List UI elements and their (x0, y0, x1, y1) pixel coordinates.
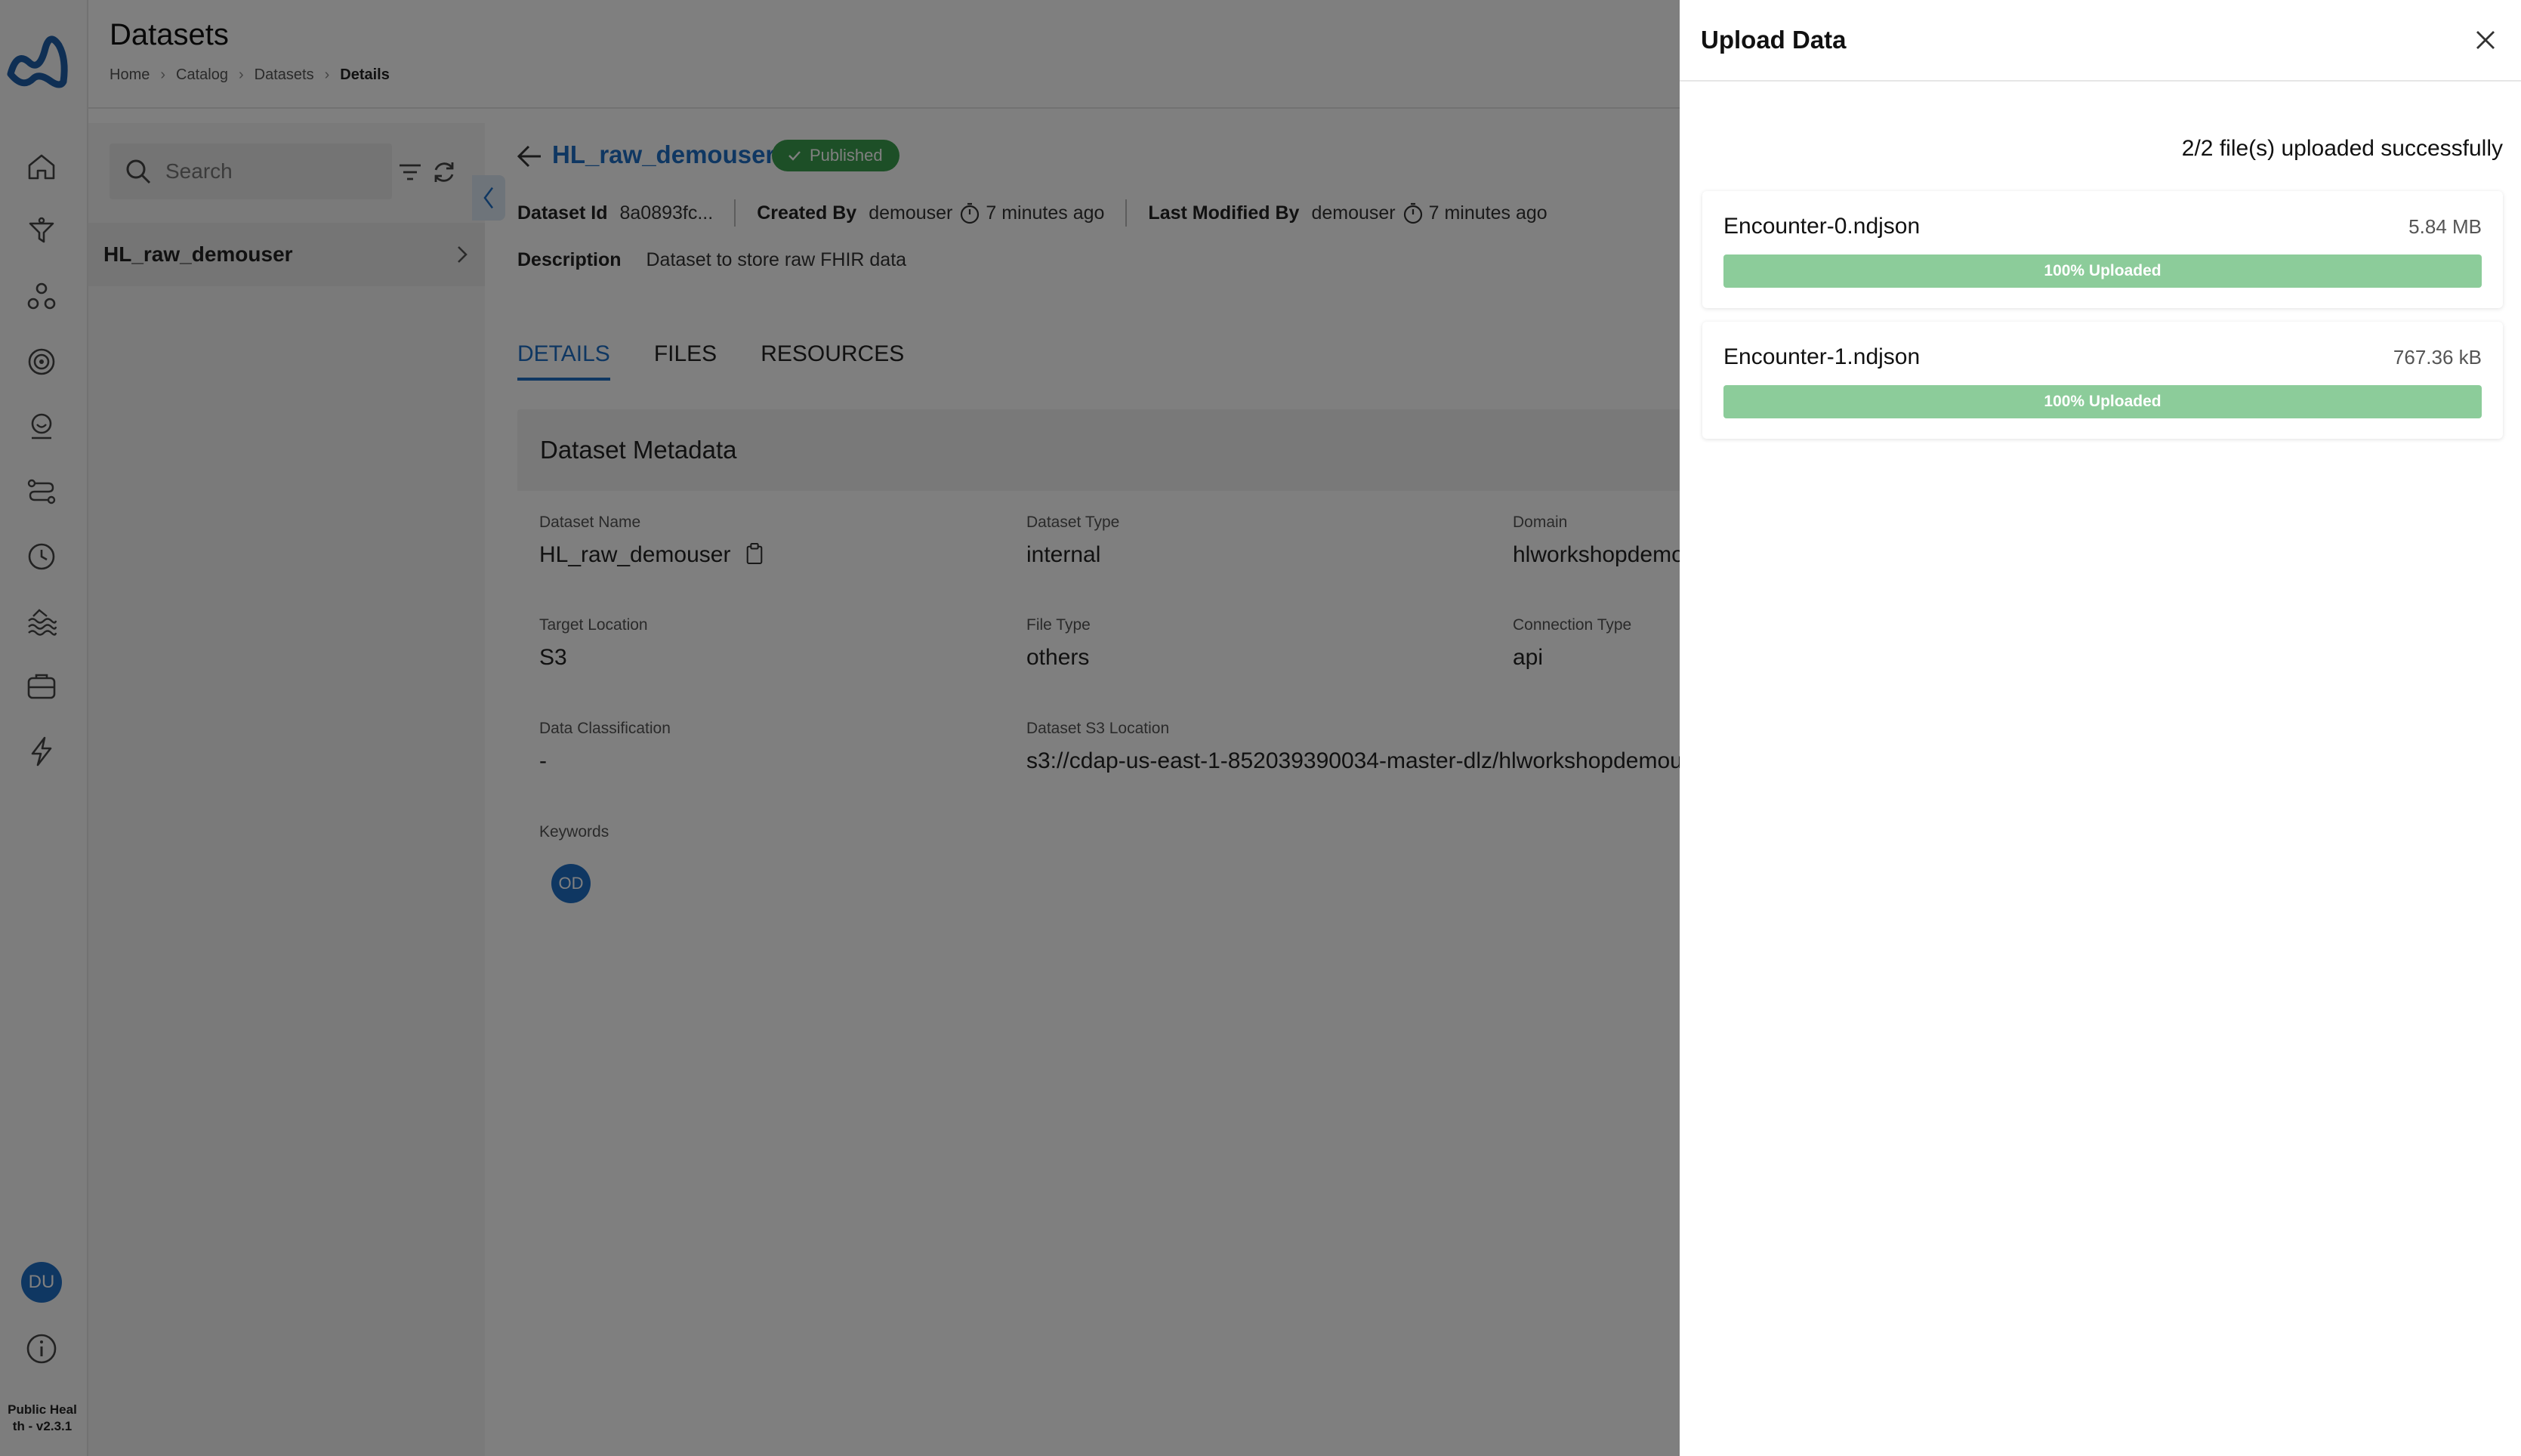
upload-progress-bar: 100% Uploaded (1723, 254, 2482, 288)
drawer-header: Upload Data (1680, 0, 2521, 82)
upload-file-card: Encounter-1.ndjson 767.36 kB 100% Upload… (1702, 322, 2503, 439)
upload-status-text: 2/2 file(s) uploaded successfully (2181, 136, 2503, 161)
file-name: Encounter-1.ndjson (1723, 344, 1921, 369)
close-icon[interactable] (2470, 24, 2501, 56)
modal-backdrop[interactable] (0, 0, 1680, 1456)
upload-data-drawer: Upload Data 2/2 file(s) uploaded success… (1680, 0, 2521, 1456)
upload-progress-label: 100% Uploaded (2044, 262, 2162, 279)
upload-file-card: Encounter-0.ndjson 5.84 MB 100% Uploaded (1702, 191, 2503, 308)
drawer-title: Upload Data (1701, 26, 1847, 54)
upload-progress-bar: 100% Uploaded (1723, 385, 2482, 418)
file-size: 5.84 MB (2408, 215, 2482, 238)
upload-progress-label: 100% Uploaded (2044, 393, 2162, 410)
file-name: Encounter-0.ndjson (1723, 214, 1921, 239)
file-size: 767.36 kB (2393, 346, 2482, 369)
